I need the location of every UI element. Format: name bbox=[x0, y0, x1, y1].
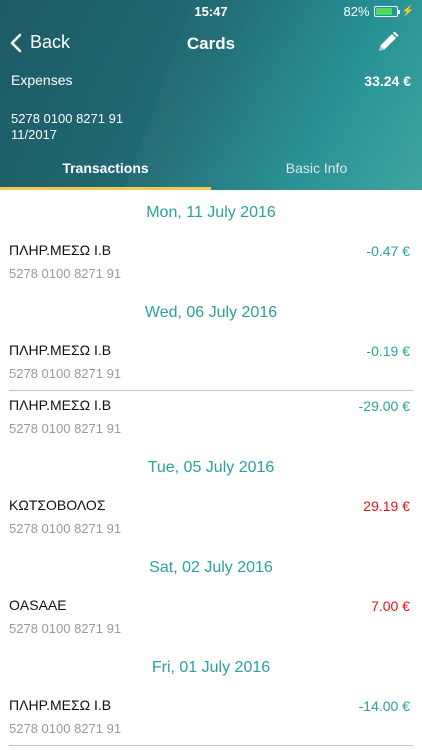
transaction-row[interactable]: ΠΛΗΡ.ΜΕΣΩ Ι.Β 5278 0100 8271 91 -0.47 € bbox=[0, 236, 422, 290]
row-divider bbox=[9, 745, 413, 746]
tab-transactions-label: Transactions bbox=[62, 160, 149, 176]
battery-icon bbox=[373, 6, 400, 17]
transaction-row[interactable]: ΠΛΗΡ.ΜΕΣΩ Ι.Β 5278 0100 8271 91 -29.00 € bbox=[0, 391, 422, 445]
edit-button[interactable] bbox=[376, 30, 400, 59]
card-name: Expenses bbox=[11, 72, 73, 88]
back-button[interactable]: Back bbox=[10, 32, 70, 53]
transaction-merchant: OASAAE bbox=[9, 597, 67, 613]
charging-icon: ⚡ bbox=[401, 6, 414, 17]
date-header: Tue, 05 July 2016 bbox=[147, 459, 275, 476]
transaction-card-number: 5278 0100 8271 91 bbox=[9, 266, 122, 281]
transactions-list[interactable]: Mon, 11 July 2016 ΠΛΗΡ.ΜΕΣΩ Ι.Β 5278 010… bbox=[0, 190, 422, 750]
transaction-merchant: ΚΩΤΣΟΒΟΛΟΣ bbox=[9, 497, 106, 513]
transaction-card-number: 5278 0100 8271 91 bbox=[9, 621, 122, 636]
transaction-amount: 7.00 € bbox=[371, 598, 410, 614]
status-bar: 15:47 82% ⚡ bbox=[0, 0, 422, 22]
card-header: 15:47 82% ⚡ Back Cards Expenses 33.24 € … bbox=[0, 0, 422, 190]
navigation-bar: Back Cards bbox=[0, 24, 422, 64]
transaction-row[interactable]: ΚΩΤΣΟΒΟΛΟΣ 5278 0100 8271 91 29.19 € bbox=[0, 491, 422, 545]
transaction-card-number: 5278 0100 8271 91 bbox=[9, 521, 122, 536]
tab-basic-info[interactable]: Basic Info bbox=[211, 150, 422, 190]
transaction-row[interactable]: ΠΛΗΡ.ΜΕΣΩ Ι.Β 5278 0100 8271 91 -0.19 € bbox=[0, 336, 422, 390]
pencil-icon bbox=[379, 31, 399, 51]
date-header: Sat, 02 July 2016 bbox=[149, 559, 273, 576]
battery-level bbox=[375, 8, 392, 15]
transaction-amount: -14.00 € bbox=[358, 698, 410, 714]
transaction-amount: -0.19 € bbox=[366, 343, 410, 359]
transaction-card-number: 5278 0100 8271 91 bbox=[9, 421, 122, 436]
transaction-merchant: ΠΛΗΡ.ΜΕΣΩ Ι.Β bbox=[9, 342, 112, 358]
battery-percent: 82% bbox=[343, 4, 370, 19]
transaction-merchant: ΠΛΗΡ.ΜΕΣΩ Ι.Β bbox=[9, 397, 112, 413]
transaction-row[interactable]: OASAAE 5278 0100 8271 91 7.00 € bbox=[0, 591, 422, 645]
transaction-row[interactable]: ΠΛΗΡ.ΜΕΣΩ Ι.Β 5278 0100 8271 91 -14.00 € bbox=[0, 691, 422, 745]
card-expiry: 11/2017 bbox=[11, 127, 58, 142]
date-header: Wed, 06 July 2016 bbox=[144, 304, 278, 321]
date-header: Fri, 01 July 2016 bbox=[151, 659, 271, 676]
transaction-card-number: 5278 0100 8271 91 bbox=[9, 366, 122, 381]
tab-bar: Transactions Basic Info bbox=[0, 150, 422, 190]
transaction-merchant: ΠΛΗΡ.ΜΕΣΩ Ι.Β bbox=[9, 242, 112, 258]
card-total: 33.24 € bbox=[364, 73, 411, 89]
tab-transactions[interactable]: Transactions bbox=[0, 150, 211, 190]
transaction-merchant: ΠΛΗΡ.ΜΕΣΩ Ι.Β bbox=[9, 697, 112, 713]
status-right: 82% ⚡ bbox=[344, 4, 414, 19]
chevron-left-icon bbox=[10, 33, 22, 52]
card-number: 5278 0100 8271 91 bbox=[11, 111, 124, 126]
transaction-card-number: 5278 0100 8271 91 bbox=[9, 721, 122, 736]
tab-basic-info-label: Basic Info bbox=[285, 160, 348, 176]
date-header: Mon, 11 July 2016 bbox=[146, 204, 276, 221]
transaction-amount: -29.00 € bbox=[358, 398, 410, 414]
back-label: Back bbox=[30, 32, 71, 52]
transaction-amount: -0.47 € bbox=[366, 243, 410, 259]
transaction-amount: 29.19 € bbox=[363, 498, 410, 514]
